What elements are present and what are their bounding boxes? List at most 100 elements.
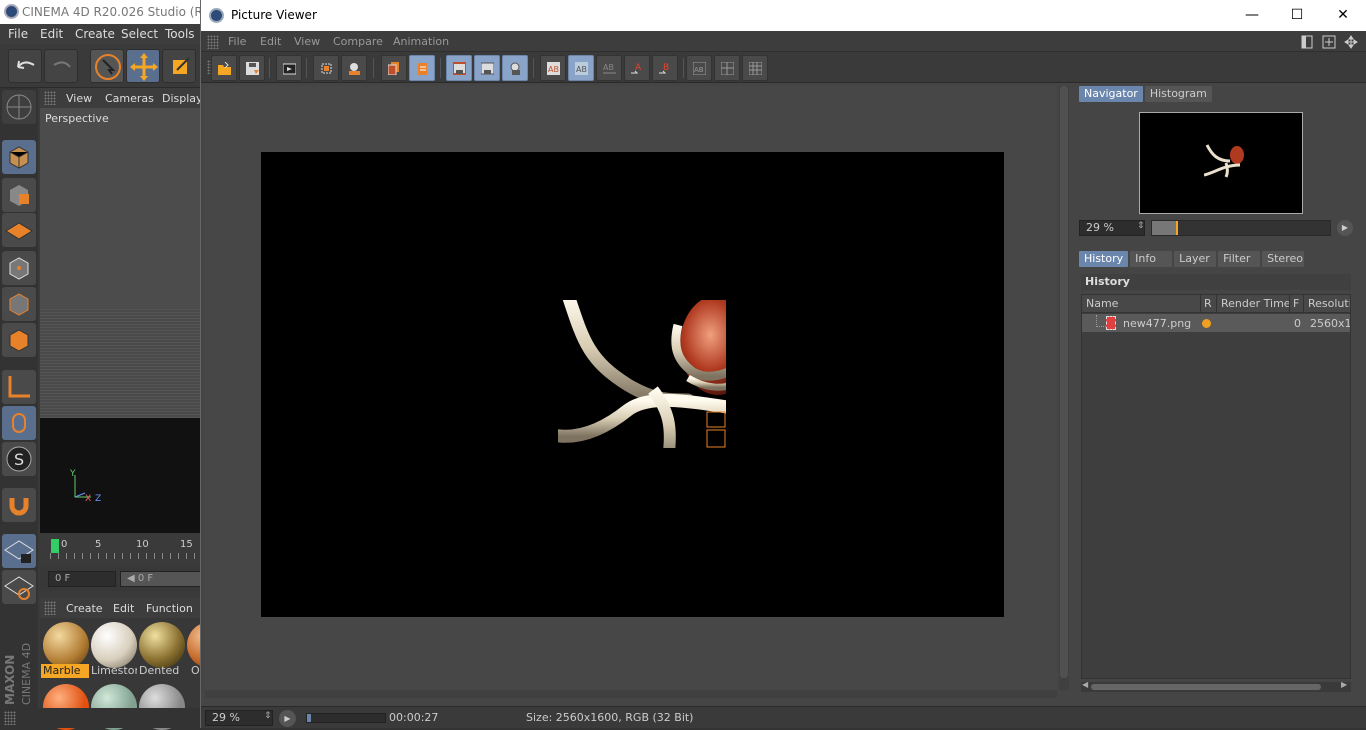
material-swatch[interactable] — [43, 622, 89, 668]
menu-view[interactable]: View — [294, 35, 320, 48]
minimize-icon[interactable]: — — [1229, 0, 1275, 31]
grip-handle[interactable] — [44, 91, 56, 105]
viewport-menu-cameras[interactable]: Cameras — [105, 92, 154, 105]
c4d-menu-tools[interactable]: Tools — [165, 27, 195, 41]
material-swatch[interactable] — [139, 622, 185, 668]
timeline[interactable]: 0 5 10 15 — [40, 535, 210, 565]
edges-mode-icon[interactable] — [2, 287, 36, 321]
axis-mode-icon[interactable] — [2, 370, 36, 404]
column-separator[interactable] — [1303, 295, 1304, 313]
ab-overlay-icon[interactable]: AB — [568, 55, 594, 81]
c4d-menu-create[interactable]: Create — [75, 27, 115, 41]
tab-history[interactable]: History — [1079, 251, 1129, 267]
save-icon[interactable] — [239, 55, 265, 81]
column-name[interactable]: Name — [1086, 297, 1118, 310]
scroll-left-icon[interactable]: ◀ — [1082, 680, 1088, 689]
navigator-zoom-field[interactable]: 29 % — [1079, 220, 1145, 236]
menu-edit[interactable]: Edit — [260, 35, 281, 48]
material-menu-edit[interactable]: Edit — [113, 602, 134, 615]
vertical-scrollbar[interactable] — [1059, 86, 1069, 690]
history-horizontal-scrollbar[interactable]: ◀ ▶ — [1081, 680, 1351, 692]
column-f[interactable]: F — [1293, 297, 1299, 310]
navigator-preview[interactable] — [1139, 112, 1303, 214]
paste-icon[interactable] — [409, 55, 435, 81]
horizontal-scrollbar[interactable] — [205, 690, 1057, 698]
channel-1-icon[interactable]: AB — [686, 55, 712, 81]
region-icon[interactable] — [313, 55, 339, 81]
spinner-arrows-icon[interactable]: ⇕ — [1137, 221, 1145, 231]
tweak-mode-icon[interactable] — [2, 406, 36, 440]
tab-info[interactable]: Info — [1130, 251, 1173, 267]
viewport-menu-view[interactable]: View — [66, 92, 92, 105]
view-fit-icon[interactable] — [474, 55, 500, 81]
points-mode-icon[interactable] — [2, 251, 36, 285]
tab-filter[interactable]: Filter — [1218, 251, 1261, 267]
ab-split-icon[interactable]: AB — [596, 55, 622, 81]
tab-stereo[interactable]: Stereo — [1262, 251, 1305, 267]
scrollbar-thumb[interactable] — [1060, 86, 1068, 678]
channel-3-icon[interactable] — [742, 55, 768, 81]
column-render-time[interactable]: Render Time — [1221, 297, 1291, 310]
table-row[interactable]: new477.png 0 2560x16 — [1082, 314, 1350, 332]
rendered-image[interactable] — [261, 152, 1004, 617]
scale-tool-icon[interactable] — [162, 49, 196, 83]
material-swatch[interactable] — [91, 622, 137, 668]
tab-histogram[interactable]: Histogram — [1144, 86, 1212, 102]
start-frame-field[interactable]: ◀ 0 F — [120, 571, 210, 587]
picture-viewer-title-bar[interactable]: Picture Viewer — ☐ ✕ — [201, 0, 1366, 31]
history-table[interactable]: Name R Render Time F Resoluti new477.png… — [1081, 294, 1351, 679]
tab-navigator[interactable]: Navigator — [1079, 86, 1143, 102]
view-region-icon[interactable] — [502, 55, 528, 81]
lock-workplane-icon[interactable] — [2, 534, 36, 568]
viewport-menu-display[interactable]: Display — [162, 92, 203, 105]
tab-layer[interactable]: Layer — [1174, 251, 1217, 267]
zoom-slider-handle[interactable] — [1176, 221, 1178, 235]
c4d-menu-file[interactable]: File — [8, 27, 28, 41]
zoom-slider[interactable] — [1151, 220, 1331, 236]
globe-grid-icon[interactable] — [2, 90, 36, 124]
material-menu-function[interactable]: Function — [146, 602, 193, 615]
menu-compare[interactable]: Compare — [333, 35, 383, 48]
undo-icon[interactable] — [8, 49, 42, 83]
redo-icon[interactable] — [44, 49, 78, 83]
polygons-mode-icon[interactable] — [2, 323, 36, 357]
menu-animation[interactable]: Animation — [393, 35, 449, 48]
c4d-menu-edit[interactable]: Edit — [40, 27, 63, 41]
grip-handle[interactable] — [44, 601, 56, 615]
solo-icon[interactable]: S — [2, 442, 36, 476]
view-full-icon[interactable] — [446, 55, 472, 81]
set-b-icon[interactable]: B — [652, 55, 678, 81]
maximize-icon[interactable]: ☐ — [1274, 0, 1320, 31]
magnet-snap-icon[interactable] — [2, 488, 36, 522]
ab-compare-icon[interactable]: AB — [540, 55, 566, 81]
render-animation-icon[interactable] — [276, 55, 302, 81]
grip-handle[interactable] — [207, 35, 219, 49]
move-tool-icon[interactable] — [126, 49, 160, 83]
column-resolution[interactable]: Resoluti — [1308, 297, 1350, 310]
open-icon[interactable] — [211, 55, 237, 81]
perspective-viewport[interactable]: Perspective Y X Z — [40, 108, 210, 533]
current-frame-field[interactable]: 0 F — [48, 571, 116, 587]
play-icon[interactable]: ▶ — [1337, 220, 1353, 236]
play-icon[interactable]: ▶ — [279, 710, 296, 727]
spinner-arrows-icon[interactable]: ⇕ — [264, 711, 272, 721]
copy-icon[interactable] — [381, 55, 407, 81]
column-r[interactable]: R — [1204, 297, 1212, 310]
model-mode-icon[interactable] — [2, 140, 36, 174]
scrollbar-thumb[interactable] — [1091, 684, 1321, 690]
c4d-menu-select[interactable]: Select — [121, 27, 158, 41]
menu-file[interactable]: File — [228, 35, 246, 48]
grip-handle[interactable] — [4, 711, 16, 725]
set-a-icon[interactable]: A — [624, 55, 650, 81]
material-menu-create[interactable]: Create — [66, 602, 103, 615]
select-tool-icon[interactable] — [90, 49, 124, 83]
texture-mode-icon[interactable] — [2, 178, 36, 212]
planar-workplane-icon[interactable] — [2, 570, 36, 604]
column-separator[interactable] — [1216, 295, 1217, 313]
render-settings-icon[interactable] — [341, 55, 367, 81]
scroll-right-icon[interactable]: ▶ — [1341, 680, 1347, 689]
close-icon[interactable]: ✕ — [1320, 0, 1366, 31]
image-canvas[interactable] — [205, 86, 1057, 690]
channel-2-icon[interactable] — [714, 55, 740, 81]
column-separator[interactable] — [1289, 295, 1290, 313]
